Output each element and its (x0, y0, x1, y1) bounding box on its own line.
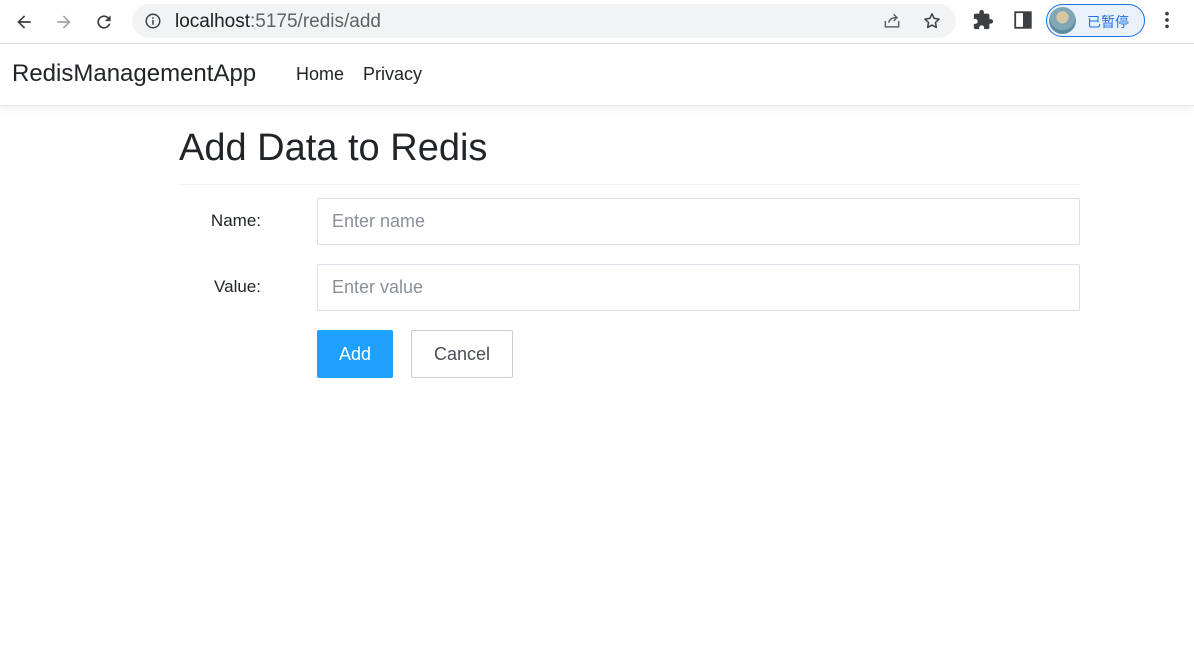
share-icon[interactable] (882, 11, 902, 31)
add-button[interactable]: Add (317, 330, 393, 378)
profile-status: 已暂停 (1087, 15, 1129, 31)
avatar (1049, 7, 1076, 34)
nav-link-privacy[interactable]: Privacy (363, 64, 422, 85)
brand-link[interactable]: RedisManagementApp (12, 60, 256, 88)
app-navbar: RedisManagementApp Home Privacy (0, 44, 1194, 106)
side-panel-icon[interactable] (1012, 9, 1034, 31)
back-icon (17, 15, 31, 29)
page-title: Add Data to Redis (179, 127, 488, 169)
url-path: :5175/redis/add (250, 11, 381, 32)
kebab-menu-icon[interactable] (1156, 9, 1178, 31)
forward-icon (57, 15, 71, 29)
url-host: localhost (175, 11, 250, 32)
value-label: Value: (214, 277, 261, 296)
reload-button[interactable] (88, 6, 120, 38)
browser-toolbar: localhost:5175/redis/add 已暂停 (0, 0, 1194, 44)
nav-link-home[interactable]: Home (296, 64, 344, 85)
name-input[interactable] (317, 198, 1080, 245)
address-bar[interactable]: localhost:5175/redis/add (132, 4, 956, 38)
title-divider (179, 184, 1080, 185)
name-label: Name: (210, 211, 261, 230)
value-input[interactable] (317, 264, 1080, 311)
profile-button[interactable]: 已暂停 (1046, 4, 1145, 37)
back-button[interactable] (8, 6, 40, 38)
extensions-icon[interactable] (972, 9, 994, 31)
star-icon[interactable] (922, 11, 942, 31)
info-icon[interactable] (144, 12, 162, 30)
forward-button[interactable] (48, 6, 80, 38)
url-text: localhost:5175/redis/add (175, 11, 381, 33)
cancel-button[interactable]: Cancel (411, 330, 513, 378)
reload-icon (97, 15, 111, 29)
